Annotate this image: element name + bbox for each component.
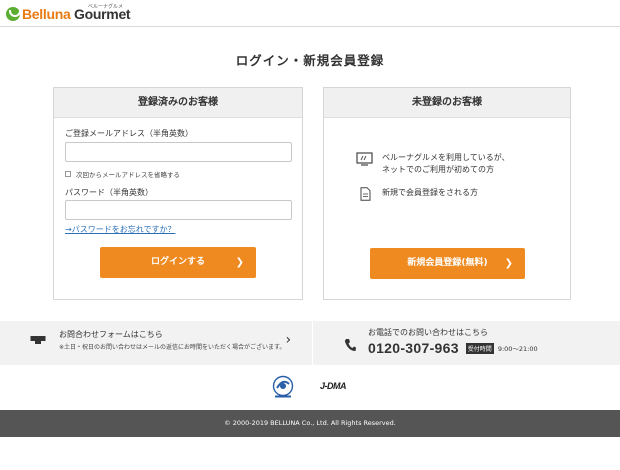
- password-field[interactable]: [65, 200, 292, 220]
- register-button[interactable]: 新規会員登録(無料) ❯: [370, 248, 525, 279]
- info-row-new-member: 新規で会員登録をされる方: [356, 187, 478, 201]
- info-existing-line2: ネットでのご利用が初めての方: [382, 165, 494, 174]
- chevron-right-icon: ❯: [235, 257, 244, 268]
- pc-icon: [356, 152, 373, 166]
- contact-form-title: お問合わせフォームはこちら: [59, 330, 163, 339]
- contact-form-note: ※土日・祝日のお問い合わせはメールの返信にお時間をいただく場合がございます。: [59, 344, 286, 351]
- contact-phone: お電話でのお問い合わせはこちら 0120-307-963 受付時間 9:00〜2…: [344, 327, 538, 356]
- business-hours: 9:00〜21:00: [497, 345, 538, 353]
- site-header: Belluna Gourmet ベルーナグルメ: [0, 0, 620, 27]
- copyright-text: © 2000-2019 BELLUNA Co., Ltd. All Rights…: [224, 419, 396, 427]
- belluna-gourmet-logo[interactable]: Belluna Gourmet ベルーナグルメ: [6, 4, 131, 24]
- mail-form-icon: [30, 336, 46, 344]
- email-field[interactable]: [65, 142, 292, 162]
- contact-divider: [312, 321, 313, 365]
- email-label: ご登録メールアドレス（半角英数）: [65, 129, 193, 138]
- guest-register-heading: 未登録のお客様: [324, 88, 570, 118]
- register-button-label: 新規会員登録(無料): [407, 258, 488, 268]
- info-new-member: 新規で会員登録をされる方: [382, 188, 478, 197]
- password-label: パスワード（半角英数）: [65, 188, 153, 197]
- forgot-password-link[interactable]: →パスワードをお忘れですか？: [65, 224, 175, 235]
- privacy-mark-icon: [272, 375, 294, 398]
- page-title: ログイン・新規会員登録: [235, 53, 385, 68]
- info-existing-line1: ベルーナグルメを利用しているが、: [382, 153, 510, 162]
- certification-marks: J-DMA: [0, 372, 620, 406]
- chevron-right-icon: ❯: [504, 258, 513, 269]
- chevron-right-icon: ›: [285, 332, 292, 348]
- info-row-existing-customer: ベルーナグルメを利用しているが、 ネットでのご利用が初めての方: [356, 152, 510, 176]
- document-icon: [360, 187, 371, 201]
- contact-band: お問合わせフォームはこちら ※土日・祝日のお問い合わせはメールの返信にお時間をい…: [0, 321, 620, 365]
- remember-email-checkbox[interactable]: [65, 171, 71, 177]
- logo-subtitle: ベルーナグルメ: [88, 4, 124, 10]
- remember-email-option[interactable]: 次回からメールアドレスを省略する: [65, 169, 180, 179]
- guest-register-card: 未登録のお客様 ベルーナグルメを利用しているが、 ネットでのご利用が初めての方 …: [323, 87, 571, 300]
- contact-form-link[interactable]: お問合わせフォームはこちら ※土日・祝日のお問い合わせはメールの返信にお時間をい…: [30, 329, 291, 351]
- member-login-heading: 登録済みのお客様: [54, 88, 302, 118]
- member-login-card: 登録済みのお客様 ご登録メールアドレス（半角英数） 次回からメールアドレスを省略…: [53, 87, 303, 300]
- login-button-label: ログインする: [150, 257, 205, 267]
- login-button[interactable]: ログインする ❯: [100, 247, 256, 278]
- jdma-logo: J-DMA: [320, 381, 347, 391]
- phone-title: お電話でのお問い合わせはこちら: [368, 328, 488, 337]
- hours-badge: 受付時間: [465, 342, 494, 354]
- remember-email-label: 次回からメールアドレスを省略する: [76, 171, 180, 179]
- logo-mark-icon: [6, 7, 21, 21]
- phone-icon: [344, 338, 356, 351]
- site-footer: © 2000-2019 BELLUNA Co., Ltd. All Rights…: [0, 410, 620, 437]
- phone-number[interactable]: 0120-307-963: [368, 340, 459, 356]
